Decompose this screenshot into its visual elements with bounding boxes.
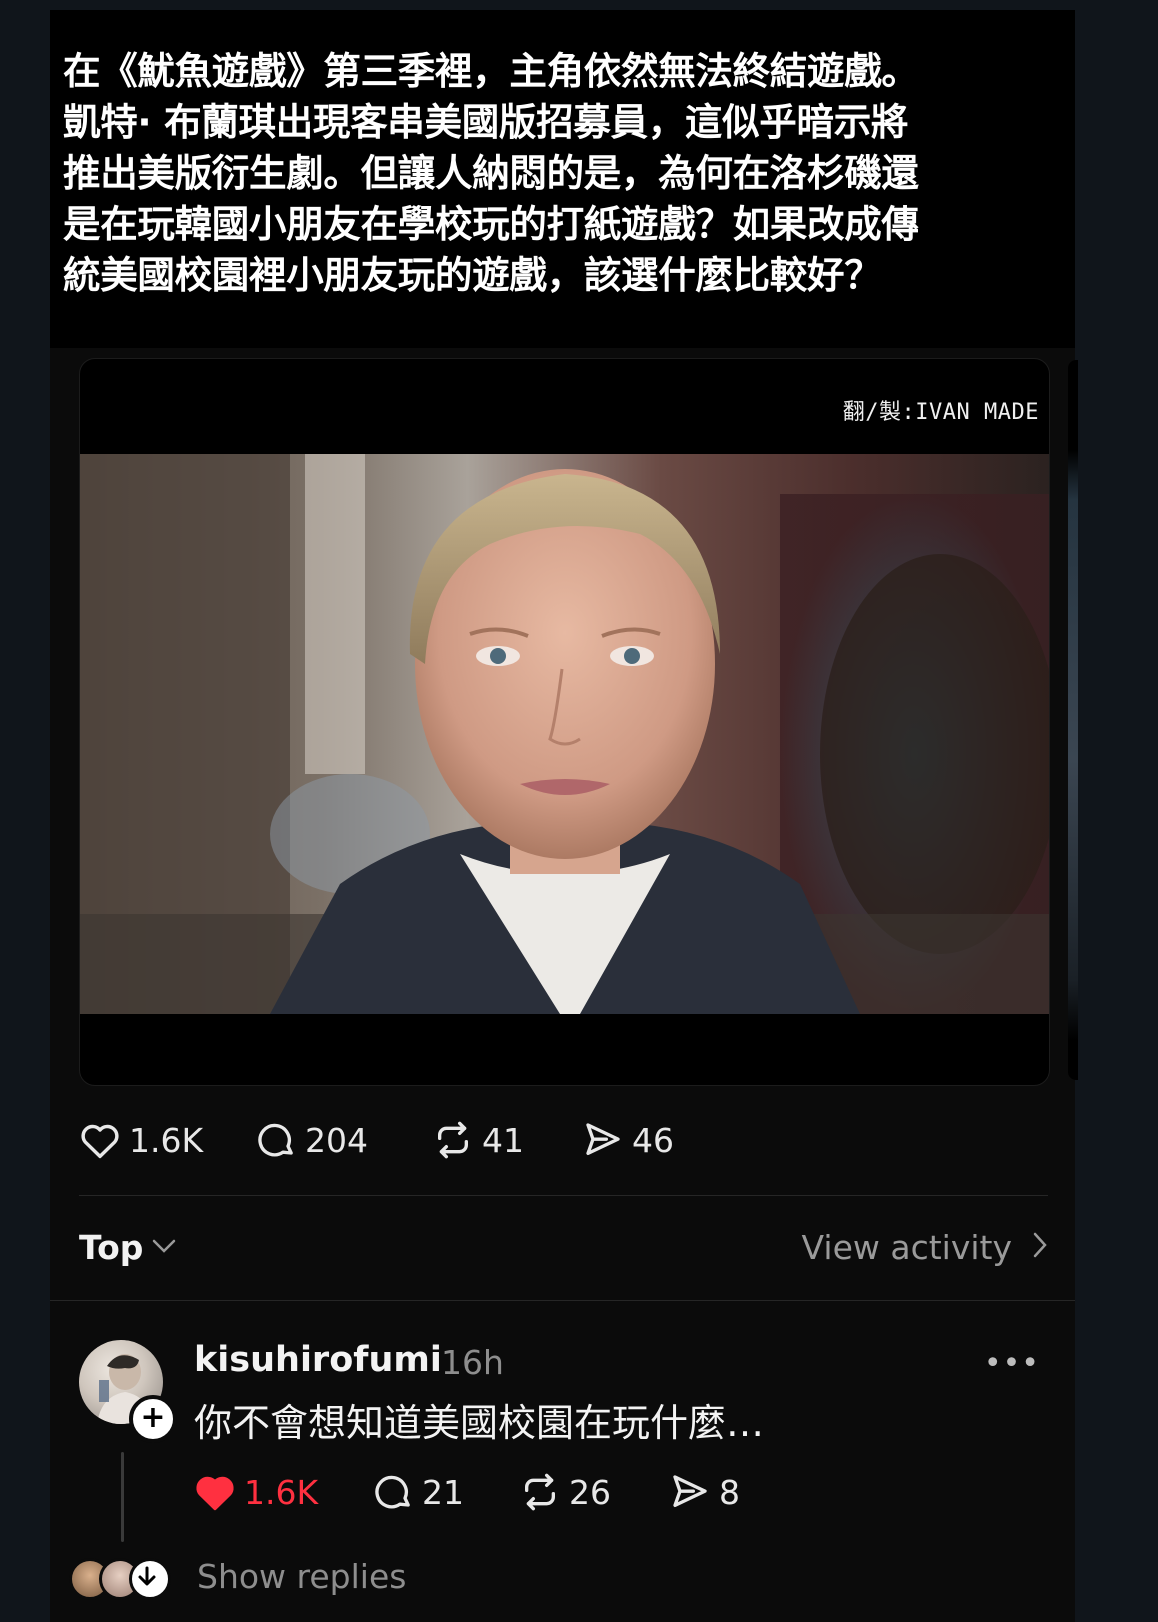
arrow-down-icon xyxy=(129,1558,171,1600)
more-icon[interactable]: ••• xyxy=(984,1346,1040,1381)
comment-reply-button[interactable]: 21 xyxy=(374,1472,519,1512)
heart-icon xyxy=(79,1121,121,1159)
view-activity-label: View activity xyxy=(801,1228,1012,1267)
repost-icon xyxy=(432,1120,474,1160)
comment-username[interactable]: kisuhirofumi xyxy=(194,1340,442,1380)
comment-timestamp: 16h xyxy=(441,1343,504,1382)
comment-repost-count: 26 xyxy=(569,1472,611,1512)
divider xyxy=(50,1300,1075,1301)
video-frame xyxy=(80,454,1049,1014)
caption-box: 在《魷魚遊戲》第三季裡，主角依然無法終結遊戲。 凱特· 布蘭琪出現客串美國版招募… xyxy=(50,10,1075,348)
sort-dropdown[interactable]: Top xyxy=(79,1228,143,1267)
next-media-peek[interactable] xyxy=(1068,360,1078,1080)
follow-button[interactable]: + xyxy=(129,1395,177,1443)
like-button[interactable]: 1.6K xyxy=(79,1121,257,1160)
comment-like-button[interactable]: 1.6K xyxy=(194,1473,374,1512)
share-button[interactable]: 46 xyxy=(582,1120,692,1160)
repost-icon xyxy=(519,1472,561,1512)
comment-text: 你不會想知道美國校園在玩什麼… xyxy=(194,1401,765,1445)
comment-share-count: 8 xyxy=(719,1472,740,1512)
comment-actions: 1.6K 21 26 8 xyxy=(194,1470,759,1514)
comment-repost-button[interactable]: 26 xyxy=(519,1472,669,1512)
share-icon xyxy=(669,1472,711,1512)
comment-button[interactable]: 204 xyxy=(257,1120,432,1160)
video-player[interactable]: 翻/製:IVAN MADE xyxy=(79,358,1050,1086)
comment-icon xyxy=(257,1120,297,1160)
comment-like-count: 1.6K xyxy=(244,1472,319,1512)
share-count: 46 xyxy=(632,1120,674,1160)
comment-icon xyxy=(374,1472,414,1512)
video-frame-image xyxy=(80,454,1049,1014)
comment-item: + kisuhirofumi 16h ••• 你不會想知道美國校園在玩什麼… 1… xyxy=(69,1340,1048,1610)
replies-sort-row: Top View activity xyxy=(79,1224,1048,1272)
show-replies-label: Show replies xyxy=(197,1556,407,1596)
repost-count: 41 xyxy=(482,1120,524,1160)
comment-reply-count: 21 xyxy=(422,1472,464,1512)
heart-icon xyxy=(194,1473,236,1511)
chevron-down-icon[interactable] xyxy=(151,1238,177,1258)
share-icon xyxy=(582,1120,624,1160)
divider xyxy=(79,1195,1048,1196)
plus-icon: + xyxy=(140,1400,166,1435)
chevron-right-icon xyxy=(1032,1228,1048,1267)
post-caption: 在《魷魚遊戲》第三季裡，主角依然無法終結遊戲。 凱特· 布蘭琪出現客串美國版招募… xyxy=(63,49,919,297)
like-count: 1.6K xyxy=(129,1120,204,1160)
comment-share-button[interactable]: 8 xyxy=(669,1472,759,1512)
view-activity-link[interactable]: View activity xyxy=(802,1228,1048,1267)
comment-count: 204 xyxy=(305,1120,368,1160)
post-actions: 1.6K 204 41 46 xyxy=(79,1118,692,1162)
thread-line xyxy=(121,1452,124,1542)
repost-button[interactable]: 41 xyxy=(432,1120,582,1160)
video-watermark: 翻/製:IVAN MADE xyxy=(842,400,1039,425)
show-replies-button[interactable]: Show replies xyxy=(69,1554,407,1600)
reply-avatars xyxy=(69,1556,179,1600)
